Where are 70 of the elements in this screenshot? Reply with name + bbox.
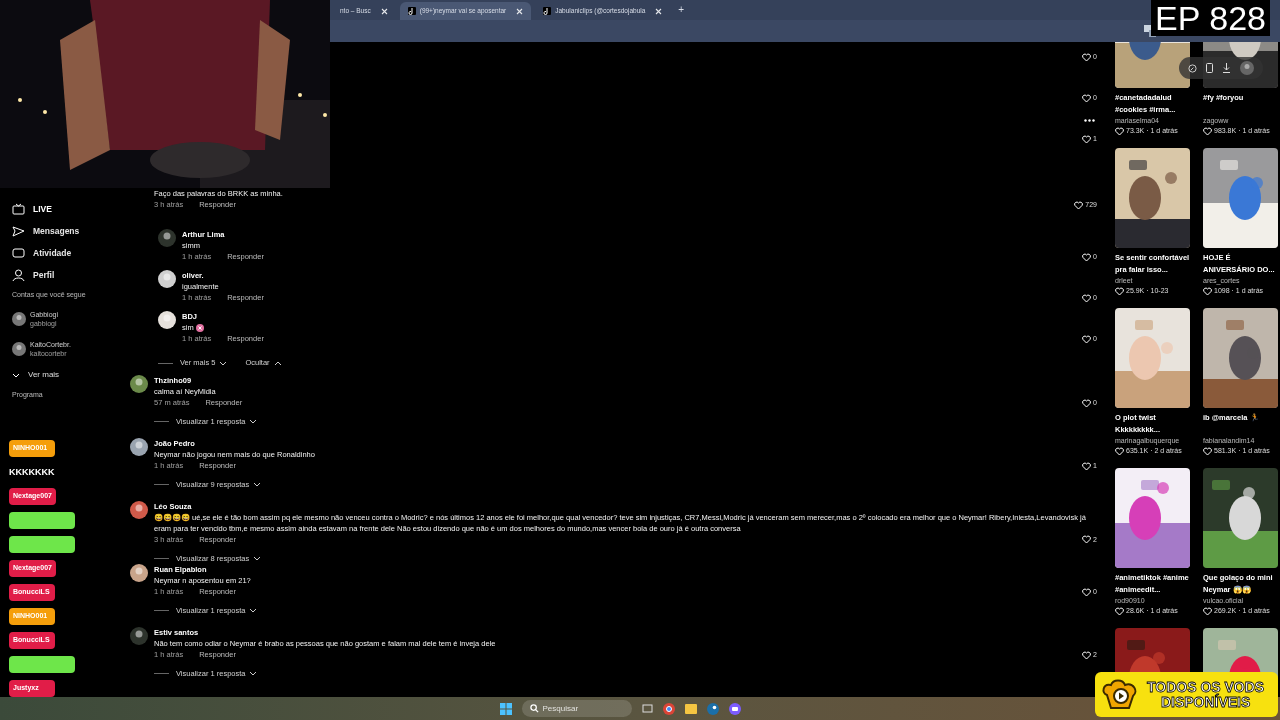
avatar-icon[interactable] [130, 375, 148, 393]
chat-message: KKKKKKK [9, 465, 55, 479]
steam-icon[interactable] [706, 702, 719, 715]
chevron-down-icon [249, 671, 258, 677]
avatar-icon[interactable] [130, 564, 148, 582]
messages-icon [12, 224, 25, 238]
heart-icon [1082, 461, 1092, 471]
sidebar-item[interactable]: Mensagens [12, 220, 130, 242]
chevron-down-icon [253, 555, 262, 561]
sidebar-item[interactable]: Atividade [12, 242, 130, 264]
download-icon[interactable] [1222, 63, 1232, 73]
promo-text: TODOS OS VODS [1147, 679, 1265, 695]
avatar-icon [12, 312, 26, 326]
close-icon[interactable] [516, 7, 524, 15]
heart-icon [1115, 606, 1124, 616]
heart-icon [1082, 52, 1092, 62]
chevron-down-icon [253, 482, 262, 488]
avatar-icon[interactable] [130, 627, 148, 645]
chevron-down-icon [249, 608, 258, 614]
heart-icon [1115, 446, 1124, 456]
heart-icon [1203, 126, 1212, 136]
heart-icon [1082, 252, 1092, 262]
heart-icon [1082, 334, 1092, 344]
heart-icon [1074, 200, 1084, 210]
close-icon[interactable] [655, 7, 663, 15]
avatar-icon[interactable] [158, 229, 176, 247]
chevron-down-icon [219, 360, 228, 366]
close-icon[interactable] [380, 7, 388, 15]
tiktok-icon [407, 7, 416, 15]
heart-icon [1082, 587, 1092, 597]
heart-icon [1082, 134, 1092, 144]
sidebar-item[interactable]: Perfil [12, 264, 130, 286]
heart-icon [1082, 535, 1092, 545]
new-tab-button[interactable]: + [674, 2, 689, 20]
tiktok-icon [543, 7, 552, 15]
heart-icon [1082, 93, 1092, 103]
heart-icon [1082, 293, 1092, 303]
avatar-icon[interactable] [1240, 61, 1255, 75]
more-options-icon[interactable] [1084, 118, 1095, 122]
search-icon [529, 704, 539, 713]
heart-icon [1115, 286, 1124, 296]
windows-start-icon[interactable] [499, 702, 512, 715]
heart-icon [1115, 126, 1124, 136]
phone-icon[interactable] [1205, 63, 1213, 73]
heart-icon [1082, 398, 1092, 408]
heart-icon [1203, 286, 1212, 296]
taskbar-search-field[interactable]: Pesquisar [521, 700, 632, 717]
folder-icon[interactable] [684, 703, 697, 714]
live-icon [12, 202, 25, 216]
activity-icon [12, 246, 25, 260]
chevron-down-icon [12, 371, 20, 379]
chevron-up-icon [273, 360, 282, 366]
browser-icon[interactable] [662, 702, 675, 715]
avatar-icon[interactable] [158, 270, 176, 288]
avatar-icon[interactable] [130, 501, 148, 519]
sidebar-item[interactable]: LIVE [12, 198, 130, 220]
see-more-link[interactable]: Ver mais [12, 364, 130, 386]
chevron-down-icon [249, 419, 258, 425]
chat-app-icon[interactable] [728, 702, 741, 715]
avatar-icon[interactable] [158, 311, 176, 329]
avatar-icon[interactable] [130, 438, 148, 456]
episode-label: EP 828 [1151, 0, 1270, 36]
promo-text: DISPONÍVEIS [1159, 694, 1252, 710]
compass-icon[interactable] [1187, 63, 1197, 73]
profile-icon [12, 268, 25, 282]
avatar-icon [12, 342, 26, 356]
task-view-icon[interactable] [641, 703, 653, 714]
heart-icon [1203, 446, 1212, 456]
heart-icon [1082, 650, 1092, 660]
heart-icon [1203, 606, 1212, 616]
